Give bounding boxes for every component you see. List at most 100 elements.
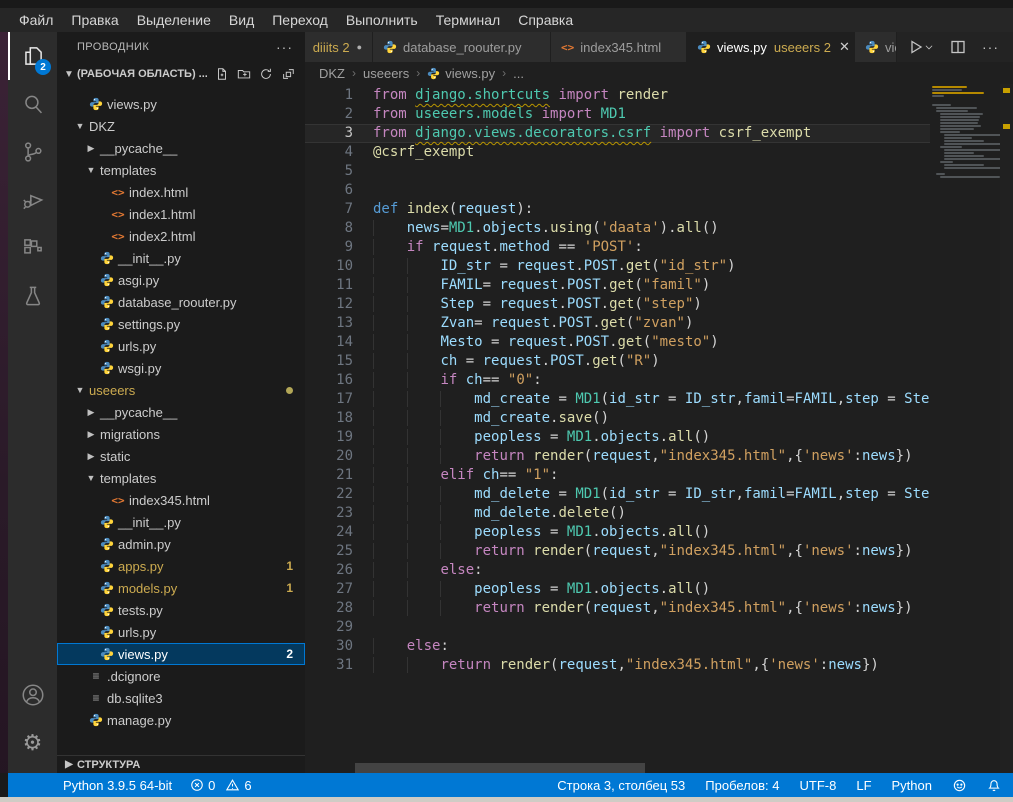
tree-folder-static[interactable]: ▶static xyxy=(57,445,305,467)
new-folder-icon[interactable] xyxy=(237,67,251,81)
eol-setting[interactable]: LF xyxy=(856,778,871,793)
tree-file-settings-py[interactable]: settings.py xyxy=(57,313,305,335)
code-line-15[interactable]: 15 ch = request.POST.get("R") xyxy=(305,352,930,371)
tree-file--init-py[interactable]: __init__.py xyxy=(57,511,305,533)
menu-item-переход[interactable]: Переход xyxy=(263,8,337,32)
python-interpreter[interactable]: Python 3.9.5 64-bit xyxy=(63,778,172,793)
minimap[interactable] xyxy=(930,86,1000,179)
collapse-all-icon[interactable] xyxy=(281,67,295,81)
close-tab-icon[interactable]: ✕ xyxy=(839,39,850,55)
tree-folder-templates[interactable]: ▼templates xyxy=(57,467,305,489)
code-line-31[interactable]: 31 return render(request,"index345.html"… xyxy=(305,656,930,675)
code-line-13[interactable]: 13 Zvan= request.POST.get("zvan") xyxy=(305,314,930,333)
menu-item-терминал[interactable]: Терминал xyxy=(427,8,509,32)
tree-file-index-html[interactable]: <>index.html xyxy=(57,181,305,203)
encoding-setting[interactable]: UTF-8 xyxy=(800,778,837,793)
tree-file-admin-py[interactable]: admin.py xyxy=(57,533,305,555)
run-debug-icon[interactable] xyxy=(8,176,57,224)
code-line-2[interactable]: 2from useeers.models import MD1 xyxy=(305,105,930,124)
tree-file-urls-py[interactable]: urls.py xyxy=(57,621,305,643)
run-python-button[interactable] xyxy=(908,39,934,55)
code-line-8[interactable]: 8 news=MD1.objects.using('daata').all() xyxy=(305,219,930,238)
workspace-section-header[interactable]: ▼ (РАБОЧАЯ ОБЛАСТЬ) ... xyxy=(57,62,305,86)
tree-file-wsgi-py[interactable]: wsgi.py xyxy=(57,357,305,379)
code-line-14[interactable]: 14 Mesto = request.POST.get("mesto") xyxy=(305,333,930,352)
code-line-1[interactable]: 1from django.shortcuts import render xyxy=(305,86,930,105)
tree-folder--pycache-[interactable]: ▶__pycache__ xyxy=(57,401,305,423)
tab-views-py[interactable]: views.pyuseeers 2✕ xyxy=(687,32,855,62)
tree-folder-migrations[interactable]: ▶migrations xyxy=(57,423,305,445)
tree-file-views-py[interactable]: views.py xyxy=(57,93,305,115)
code-line-22[interactable]: 22 md_delete = MD1(id_str = ID_str,famil… xyxy=(305,485,930,504)
outline-section-header[interactable]: ▶ СТРУКТУРА xyxy=(57,755,305,773)
language-mode[interactable]: Python xyxy=(892,778,932,793)
explorer-icon[interactable]: 2 xyxy=(8,32,57,80)
tree-file-urls-py[interactable]: urls.py xyxy=(57,335,305,357)
more-actions-icon[interactable]: ··· xyxy=(982,39,999,55)
code-line-30[interactable]: 30 else: xyxy=(305,637,930,656)
search-icon[interactable] xyxy=(8,80,57,128)
tree-file-database-roouter-py[interactable]: database_roouter.py xyxy=(57,291,305,313)
overview-ruler[interactable] xyxy=(1000,84,1013,773)
tab-vie[interactable]: vie xyxy=(855,32,897,62)
source-control-icon[interactable] xyxy=(8,128,57,176)
tree-folder-useeers[interactable]: ▼useeers xyxy=(57,379,305,401)
tree-file-apps-py[interactable]: apps.py1 xyxy=(57,555,305,577)
tab-database-roouter-py[interactable]: database_roouter.py xyxy=(373,32,551,62)
extensions-icon[interactable] xyxy=(8,224,57,272)
cursor-position[interactable]: Строка 3, столбец 53 xyxy=(557,778,685,793)
code-line-6[interactable]: 6 xyxy=(305,181,930,200)
tree-folder-templates[interactable]: ▼templates xyxy=(57,159,305,181)
tree-file-tests-py[interactable]: tests.py xyxy=(57,599,305,621)
menu-item-справка[interactable]: Справка xyxy=(509,8,582,32)
refresh-icon[interactable] xyxy=(259,67,273,81)
tree-file-db-sqlite3[interactable]: ≡db.sqlite3 xyxy=(57,687,305,709)
breadcrumb-item[interactable]: ... xyxy=(513,66,524,81)
code-line-26[interactable]: 26 else: xyxy=(305,561,930,580)
tree-file-views-py[interactable]: views.py2 xyxy=(57,643,305,665)
settings-gear-icon[interactable]: ⚙ xyxy=(8,719,57,767)
new-file-icon[interactable] xyxy=(215,67,229,81)
code-line-17[interactable]: 17 md_create = MD1(id_str = ID_str,famil… xyxy=(305,390,930,409)
code-line-20[interactable]: 20 return render(request,"index345.html"… xyxy=(305,447,930,466)
horizontal-scrollbar[interactable] xyxy=(355,763,645,773)
breadcrumb-item[interactable]: views.py xyxy=(427,66,495,81)
notifications-bell-icon[interactable] xyxy=(987,778,1001,793)
tab-diiits-2[interactable]: diiits 2● xyxy=(305,32,373,62)
tree-file-index345-html[interactable]: <>index345.html xyxy=(57,489,305,511)
menu-item-выполнить[interactable]: Выполнить xyxy=(337,8,427,32)
code-line-21[interactable]: 21 elif ch== "1": xyxy=(305,466,930,485)
code-line-28[interactable]: 28 return render(request,"index345.html"… xyxy=(305,599,930,618)
testing-icon[interactable] xyxy=(8,272,57,320)
tree-folder--pycache-[interactable]: ▶__pycache__ xyxy=(57,137,305,159)
code-line-19[interactable]: 19 peopless = MD1.objects.all() xyxy=(305,428,930,447)
code-line-25[interactable]: 25 return render(request,"index345.html"… xyxy=(305,542,930,561)
tree-file--dcignore[interactable]: ≡.dcignore xyxy=(57,665,305,687)
code-line-10[interactable]: 10 ID_str = request.POST.get("id_str") xyxy=(305,257,930,276)
tree-file-index1-html[interactable]: <>index1.html xyxy=(57,203,305,225)
tree-file-asgi-py[interactable]: asgi.py xyxy=(57,269,305,291)
tree-file--init-py[interactable]: __init__.py xyxy=(57,247,305,269)
tab-index345-html[interactable]: <>index345.html xyxy=(551,32,687,62)
breadcrumb-item[interactable]: DKZ xyxy=(319,66,345,81)
code-line-29[interactable]: 29 xyxy=(305,618,930,637)
code-line-9[interactable]: 9 if request.method == 'POST': xyxy=(305,238,930,257)
indentation-setting[interactable]: Пробелов: 4 xyxy=(705,778,779,793)
code-line-5[interactable]: 5 xyxy=(305,162,930,181)
code-line-11[interactable]: 11 FAMIL= request.POST.get("famil") xyxy=(305,276,930,295)
code-line-7[interactable]: 7def index(request): xyxy=(305,200,930,219)
feedback-icon[interactable] xyxy=(952,778,967,793)
split-editor-icon[interactable] xyxy=(950,39,966,55)
menu-item-файл[interactable]: Файл xyxy=(10,8,62,32)
code-line-12[interactable]: 12 Step = request.POST.get("step") xyxy=(305,295,930,314)
breadcrumb-item[interactable]: useeers xyxy=(363,66,409,81)
tree-file-index2-html[interactable]: <>index2.html xyxy=(57,225,305,247)
menu-item-вид[interactable]: Вид xyxy=(220,8,263,32)
code-line-23[interactable]: 23 md_delete.delete() xyxy=(305,504,930,523)
tree-folder-dkz[interactable]: ▼DKZ xyxy=(57,115,305,137)
code-line-16[interactable]: 16 if ch== "0": xyxy=(305,371,930,390)
code-line-18[interactable]: 18 md_create.save() xyxy=(305,409,930,428)
more-actions-icon[interactable]: ··· xyxy=(276,39,293,55)
account-icon[interactable] xyxy=(8,671,57,719)
tree-file-models-py[interactable]: models.py1 xyxy=(57,577,305,599)
